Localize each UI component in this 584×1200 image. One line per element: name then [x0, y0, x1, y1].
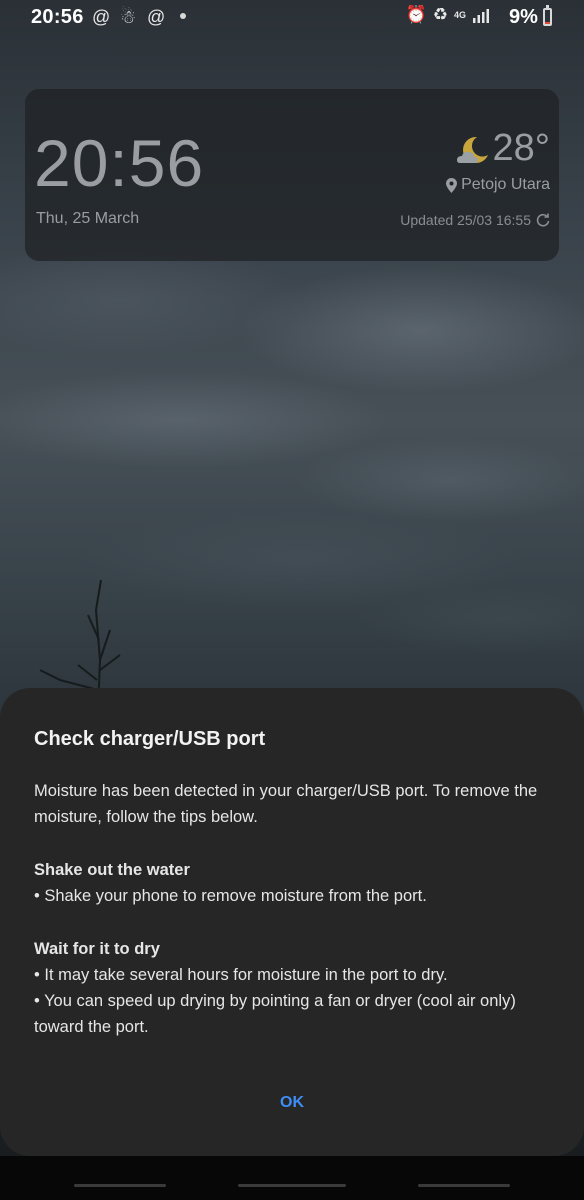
ok-button[interactable]: OK [252, 1086, 332, 1118]
widget-temperature: 28° [492, 127, 550, 169]
threads-icon: @ [92, 7, 111, 27]
threads-icon: @ [147, 7, 166, 27]
widget-updated: Updated 25/03 16:55 [400, 212, 550, 228]
partly-cloudy-night-icon [457, 136, 488, 163]
battery-icon [543, 5, 552, 26]
moisture-warning-dialog: Check charger/USB port Moisture has been… [0, 688, 584, 1156]
dialog-intro: Moisture has been detected in your charg… [34, 782, 538, 826]
status-time: 20:56 [31, 6, 84, 28]
dialog-body: Moisture has been detected in your charg… [34, 778, 554, 1040]
tip-fan: • You can speed up drying by pointing a … [34, 992, 516, 1036]
battery-saver-icon: ♻ [432, 5, 448, 24]
widget-location-label: Petojo Utara [461, 176, 550, 193]
battery-fill [545, 22, 550, 24]
widget-location: Petojo Utara [446, 176, 550, 194]
refresh-icon[interactable] [536, 213, 550, 227]
battery-percent: 9% [509, 6, 538, 28]
location-pin-icon [446, 177, 458, 193]
app-notification-icon: ☃ [120, 7, 137, 27]
home-gesture-hint[interactable] [238, 1184, 346, 1187]
status-bar: 20:56 @ ☃ @ ⏰ ♻ 4G 9% [0, 0, 584, 36]
tip-dry-time: • It may take several hours for moisture… [34, 966, 448, 984]
signal-icon [473, 9, 489, 23]
clock-weather-widget[interactable]: 20:56 Thu, 25 March 28° Petojo Utara Upd… [25, 89, 559, 261]
recents-gesture-hint[interactable] [74, 1184, 166, 1187]
widget-date: Thu, 25 March [36, 210, 140, 227]
navigation-bar [0, 1156, 584, 1200]
widget-updated-label: Updated 25/03 16:55 [400, 212, 531, 228]
section-heading-shake: Shake out the water [34, 861, 190, 879]
dialog-title: Check charger/USB port [34, 728, 266, 750]
more-notifications-dot [180, 13, 186, 19]
alarm-icon: ⏰ [405, 5, 427, 24]
widget-clock: 20:56 [34, 126, 205, 200]
network-type-label: 4G [453, 9, 466, 20]
section-heading-dry: Wait for it to dry [34, 940, 160, 958]
back-gesture-hint[interactable] [418, 1184, 510, 1187]
status-right-icons: ⏰ ♻ 4G [406, 5, 490, 25]
tip-shake: • Shake your phone to remove moisture fr… [34, 887, 427, 905]
